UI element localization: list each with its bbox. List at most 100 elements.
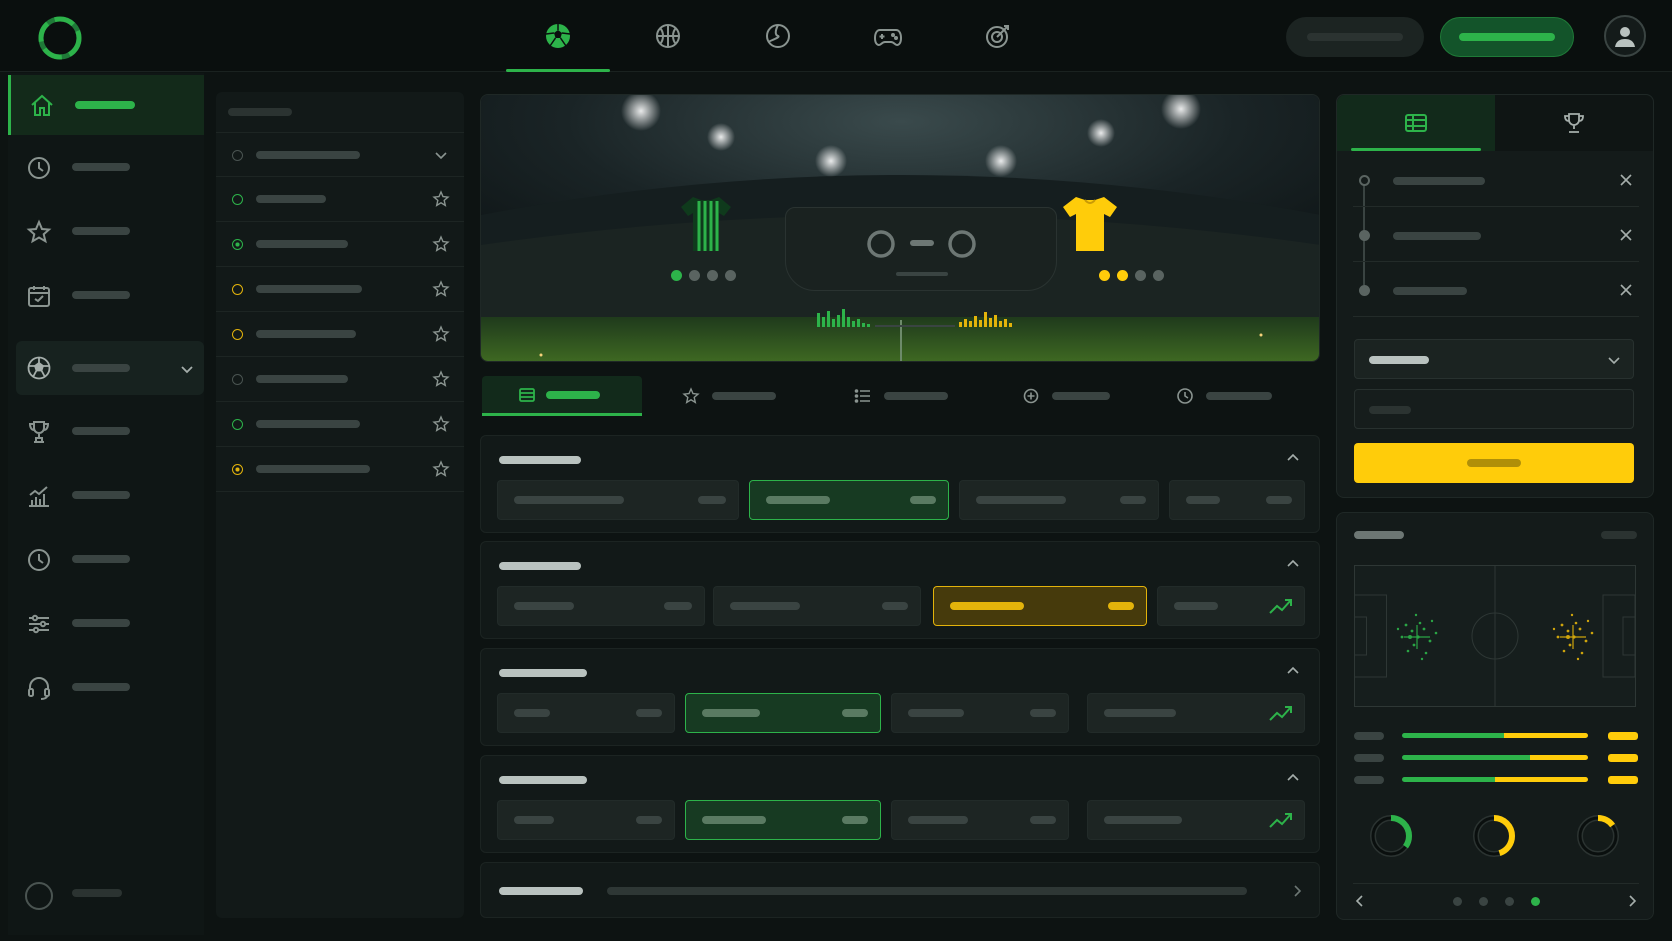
sidebar-item-live[interactable] <box>8 137 204 197</box>
tab-special-markets[interactable] <box>1022 376 1142 416</box>
tab-betslip[interactable] <box>1337 95 1495 151</box>
league-name <box>256 375 348 383</box>
league-row[interactable] <box>216 132 464 177</box>
star-icon[interactable] <box>432 280 450 298</box>
close-icon[interactable] <box>1619 173 1633 187</box>
pager-dot-active[interactable] <box>1531 897 1540 906</box>
sidebar-item-favorites[interactable] <box>8 201 204 261</box>
chevron-left-icon[interactable] <box>1353 894 1367 908</box>
stat-bar-home <box>1402 777 1495 782</box>
league-row[interactable] <box>216 222 464 267</box>
league-row[interactable] <box>216 447 464 492</box>
tab-darts[interactable] <box>946 0 1050 72</box>
odds-button[interactable] <box>713 586 921 626</box>
pager-dot[interactable] <box>1453 897 1462 906</box>
stat-label <box>1354 776 1384 784</box>
odds-button-selected[interactable] <box>685 693 881 733</box>
sidebar-item-stats[interactable] <box>8 465 204 525</box>
list-icon <box>854 389 870 403</box>
odds-button[interactable] <box>891 800 1069 840</box>
tab-main-markets[interactable] <box>482 376 642 416</box>
tab-esports[interactable] <box>836 0 940 72</box>
sidebar-item-football[interactable] <box>16 341 204 395</box>
stats-link[interactable] <box>1601 531 1637 539</box>
star-icon[interactable] <box>432 325 450 343</box>
league-row[interactable] <box>216 312 464 357</box>
stat-bar-away <box>1495 777 1588 782</box>
odds-button[interactable] <box>1157 586 1305 626</box>
sidebar-item-label <box>72 163 130 171</box>
odds-button-selected[interactable] <box>685 800 881 840</box>
user-avatar[interactable] <box>1604 15 1646 57</box>
sidebar-item-settings[interactable] <box>8 593 204 653</box>
chevron-right-icon[interactable] <box>1289 883 1305 899</box>
stake-input[interactable] <box>1354 389 1634 429</box>
place-bet-button[interactable] <box>1354 443 1634 483</box>
close-icon[interactable] <box>1619 228 1633 242</box>
chevron-up-icon[interactable] <box>1285 556 1301 572</box>
tab-tennis[interactable] <box>726 0 830 72</box>
stake-type-select[interactable] <box>1354 339 1634 379</box>
odds-button[interactable] <box>1169 480 1305 520</box>
sidebar-item-home[interactable] <box>8 75 204 135</box>
pager-dot[interactable] <box>1505 897 1514 906</box>
sidebar-item-support[interactable] <box>8 657 204 717</box>
pager-dot[interactable] <box>1479 897 1488 906</box>
login-button[interactable] <box>1286 17 1424 57</box>
league-status-icon <box>232 464 243 475</box>
star-icon[interactable] <box>432 415 450 433</box>
sliders-icon <box>29 614 49 634</box>
clock-icon <box>1177 388 1193 404</box>
star-icon[interactable] <box>432 460 450 478</box>
star-icon[interactable] <box>432 190 450 208</box>
odds-button[interactable] <box>891 693 1069 733</box>
star-icon[interactable] <box>432 235 450 253</box>
market-section-collapsed[interactable] <box>480 862 1320 918</box>
tab-soccer[interactable] <box>506 0 610 72</box>
league-row[interactable] <box>216 357 464 402</box>
tab-all-markets[interactable] <box>854 376 974 416</box>
market-title <box>499 776 587 784</box>
pager-dots <box>1453 897 1540 906</box>
odds-button[interactable] <box>497 586 705 626</box>
tab-favorite-markets[interactable] <box>682 376 802 416</box>
stat-bar-row <box>1354 731 1638 741</box>
odds-button[interactable] <box>1087 800 1305 840</box>
tab-time-markets[interactable] <box>1176 376 1306 416</box>
league-name <box>256 420 360 428</box>
league-row[interactable] <box>216 402 464 447</box>
star-icon[interactable] <box>432 370 450 388</box>
chevron-up-icon[interactable] <box>1285 770 1301 786</box>
odds-button[interactable] <box>497 800 675 840</box>
chevron-up-icon[interactable] <box>1285 663 1301 679</box>
stat-label <box>1354 754 1384 762</box>
league-row[interactable] <box>216 267 464 312</box>
odds-button[interactable] <box>497 480 739 520</box>
sidebar-item-tournaments[interactable] <box>8 401 204 461</box>
trophy-icon <box>28 421 50 443</box>
sidebar-footer[interactable] <box>8 863 204 923</box>
tab-basketball[interactable] <box>616 0 720 72</box>
odds-button-selected[interactable] <box>933 586 1147 626</box>
market-section <box>480 648 1320 746</box>
chevron-right-icon[interactable] <box>1625 894 1639 908</box>
odds-button[interactable] <box>1087 693 1305 733</box>
away-team-jersey-icon <box>1063 197 1117 251</box>
calendar-icon <box>28 286 50 307</box>
tab-my-bets[interactable] <box>1495 95 1653 151</box>
logo-icon[interactable] <box>36 14 84 62</box>
odds-button[interactable] <box>959 480 1159 520</box>
odds-button[interactable] <box>497 693 675 733</box>
odds-button-selected[interactable] <box>749 480 949 520</box>
top-bar <box>0 0 1672 72</box>
sidebar-item-history[interactable] <box>8 529 204 589</box>
signup-button[interactable] <box>1440 17 1574 57</box>
close-icon[interactable] <box>1619 283 1633 297</box>
match-hero-banner[interactable] <box>480 94 1320 362</box>
sidebar-item-calendar[interactable] <box>8 265 204 325</box>
league-name <box>256 465 370 473</box>
stat-value <box>1608 732 1638 740</box>
league-row[interactable] <box>216 177 464 222</box>
chevron-up-icon[interactable] <box>1285 450 1301 466</box>
chevron-down-icon[interactable] <box>432 146 450 164</box>
